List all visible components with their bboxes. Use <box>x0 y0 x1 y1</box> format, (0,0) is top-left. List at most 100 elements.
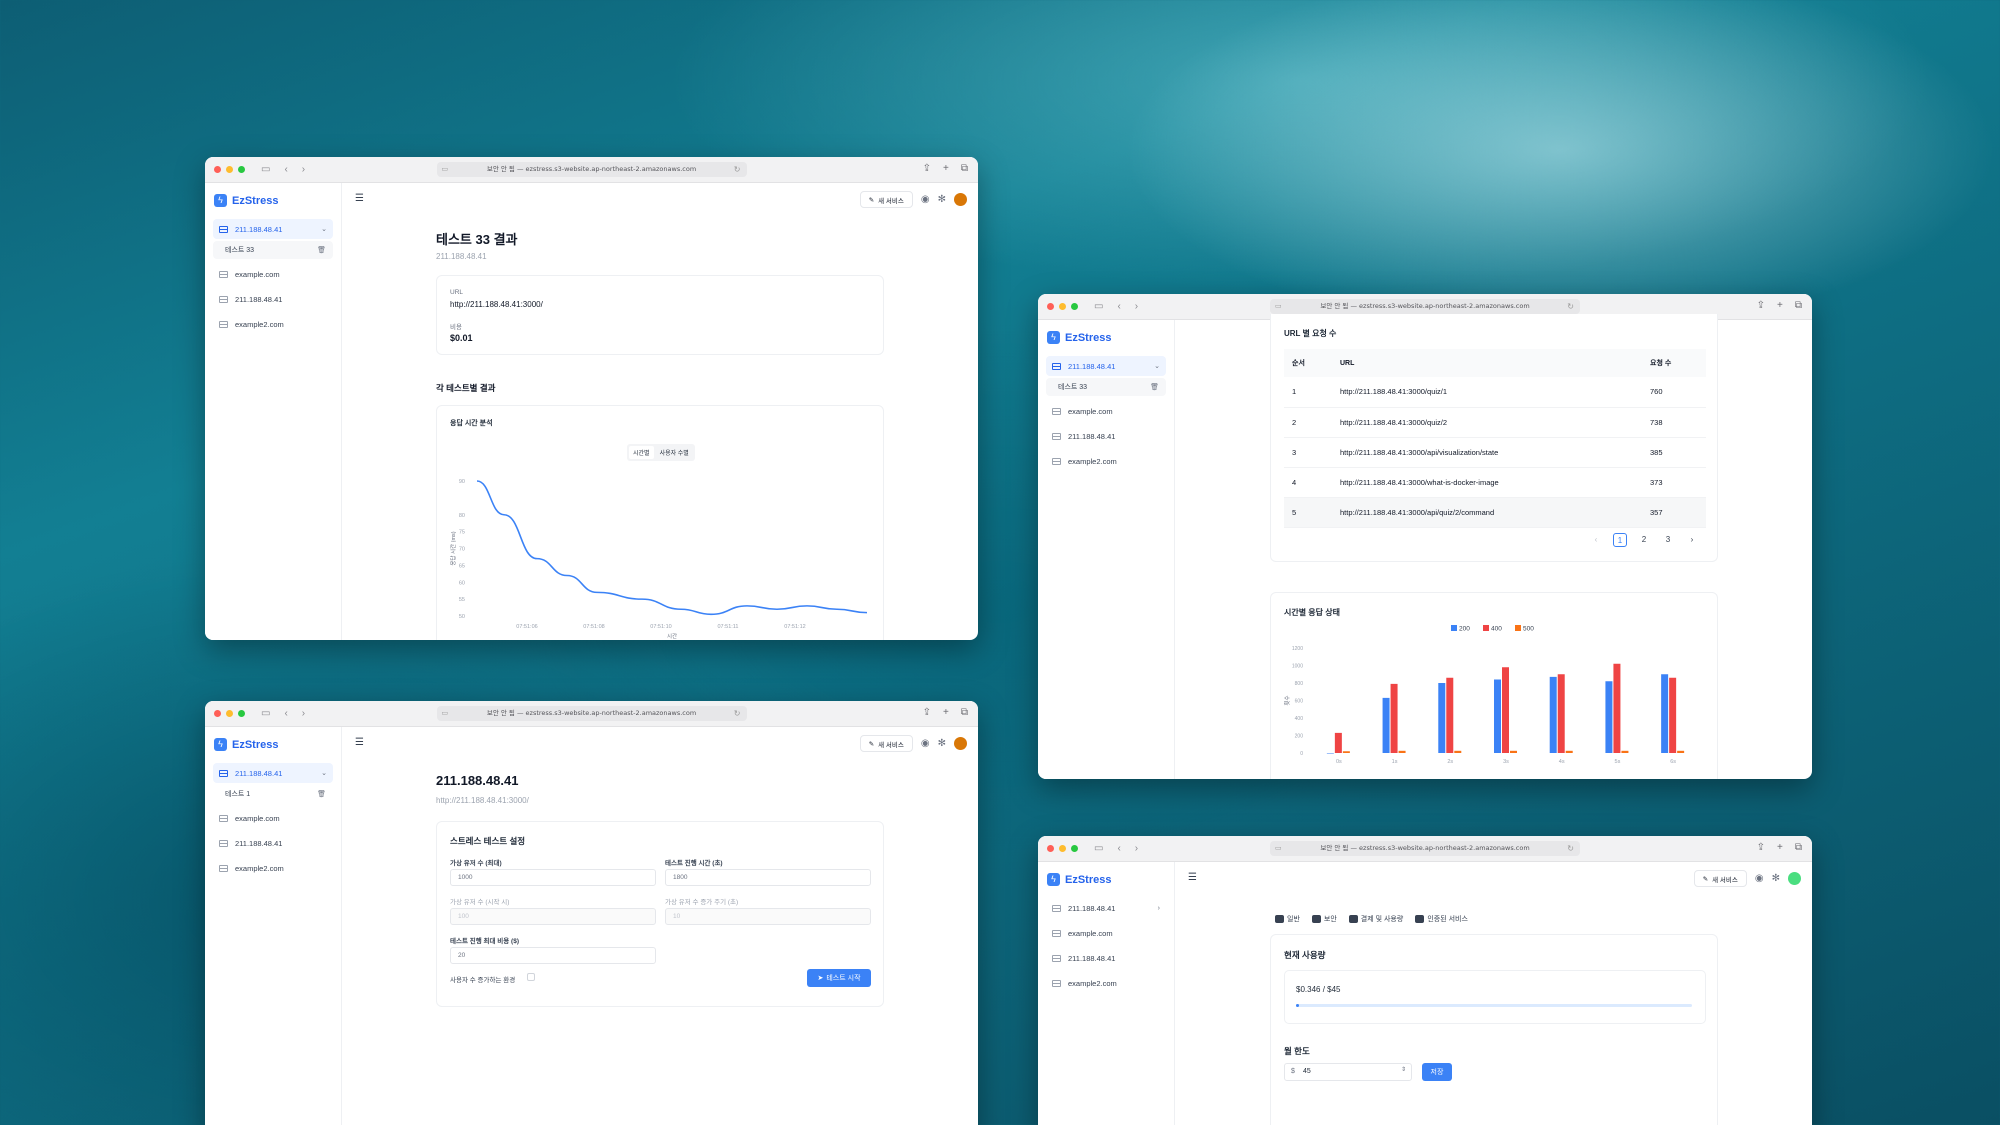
trash-icon[interactable]: 🗑 <box>1150 383 1159 391</box>
back-icon[interactable]: ‹ <box>284 164 287 175</box>
sidebar-toggle-icon[interactable]: ▭ <box>261 708 270 719</box>
toggle-time[interactable]: 시간별 <box>629 446 654 459</box>
page-3[interactable]: 3 <box>1661 533 1675 547</box>
tab-overview-icon[interactable]: ⧉ <box>1795 300 1802 311</box>
globe-icon[interactable]: ◉ <box>1755 873 1764 884</box>
nav-example2-com[interactable]: example2.com <box>213 314 333 334</box>
nav-example2-com[interactable]: example2.com <box>1046 973 1166 993</box>
start-test-button[interactable]: ➤ 테스트 시작 <box>807 969 871 987</box>
close-window-button[interactable] <box>1047 845 1054 852</box>
brand[interactable]: ϟ EzStress <box>1047 331 1174 344</box>
globe-icon[interactable]: ◉ <box>921 194 930 205</box>
chevron-down-icon[interactable]: ⌄ <box>1154 362 1160 370</box>
nav-server-211-188-48-41-b[interactable]: 211.188.48.41 <box>1046 948 1166 968</box>
reload-icon[interactable]: ↻ <box>734 162 741 177</box>
prev-page-icon[interactable]: ‹ <box>1589 533 1603 547</box>
share-icon[interactable]: ⇪ <box>1757 842 1765 853</box>
sidebar-toggle-icon[interactable]: ▭ <box>261 164 270 175</box>
nav-server-211-188-48-41-b[interactable]: 211.188.48.41 <box>213 289 333 309</box>
brand[interactable]: ϟ EzStress <box>214 194 341 207</box>
menu-toggle-icon[interactable]: ☰ <box>355 737 364 748</box>
sidebar-toggle-icon[interactable]: ▭ <box>1094 843 1103 854</box>
tab-security[interactable]: 보안 <box>1311 914 1337 924</box>
address-bar[interactable]: ▭ 보안 안 됨 — ezstress.s3-website.ap-northea… <box>1270 299 1580 314</box>
nav-server-211-188-48-41[interactable]: 211.188.48.41 ⌄ <box>213 219 333 239</box>
minimize-window-button[interactable] <box>1059 845 1066 852</box>
trash-icon[interactable]: 🗑 <box>317 246 326 254</box>
chevron-right-icon[interactable]: › <box>1158 905 1160 912</box>
zoom-window-button[interactable] <box>1071 303 1078 310</box>
page-settings-icon[interactable]: ▭ <box>442 162 449 177</box>
nav-example-com[interactable]: example.com <box>213 264 333 284</box>
nav-test-item[interactable]: 테스트 1 🗑 <box>213 785 333 803</box>
back-icon[interactable]: ‹ <box>1117 843 1120 854</box>
nav-example2-com[interactable]: example2.com <box>213 858 333 878</box>
chevron-down-icon[interactable]: ⌄ <box>321 225 327 233</box>
zoom-window-button[interactable] <box>238 710 245 717</box>
menu-toggle-icon[interactable]: ☰ <box>355 193 364 204</box>
avatar[interactable] <box>954 737 967 750</box>
tab-overview-icon[interactable]: ⧉ <box>961 163 968 174</box>
globe-icon[interactable]: ◉ <box>921 738 930 749</box>
nav-server-211-188-48-41[interactable]: 211.188.48.41 ⌄ <box>1046 356 1166 376</box>
avatar[interactable] <box>954 193 967 206</box>
gear-icon[interactable]: ✻ <box>1772 873 1780 884</box>
save-button[interactable]: 저장 <box>1422 1063 1452 1081</box>
nav-test-item[interactable]: 테스트 33 🗑 <box>1046 378 1166 396</box>
new-tab-icon[interactable]: + <box>1777 300 1783 311</box>
zoom-window-button[interactable] <box>1071 845 1078 852</box>
limit-input[interactable]: $ 45 ⇕ <box>1284 1063 1412 1081</box>
page-settings-icon[interactable]: ▭ <box>442 706 449 721</box>
address-bar[interactable]: ▭ 보안 안 됨 — ezstress.s3-website.ap-northea… <box>1270 841 1580 856</box>
close-window-button[interactable] <box>1047 303 1054 310</box>
nav-server-211-188-48-41-b[interactable]: 211.188.48.41 <box>213 833 333 853</box>
share-icon[interactable]: ⇪ <box>923 163 931 174</box>
page-2[interactable]: 2 <box>1637 533 1651 547</box>
share-icon[interactable]: ⇪ <box>1757 300 1765 311</box>
ramp-interval-input[interactable]: 10 <box>665 908 871 925</box>
max-cost-input[interactable]: 20 <box>450 947 656 964</box>
tab-overview-icon[interactable]: ⧉ <box>1795 842 1802 853</box>
sidebar-toggle-icon[interactable]: ▭ <box>1094 301 1103 312</box>
nav-example-com[interactable]: example.com <box>1046 401 1166 421</box>
back-icon[interactable]: ‹ <box>1117 301 1120 312</box>
tab-general[interactable]: 일반 <box>1275 914 1300 924</box>
new-tab-icon[interactable]: + <box>943 163 949 174</box>
forward-icon[interactable]: › <box>1135 301 1138 312</box>
new-tab-icon[interactable]: + <box>1777 842 1783 853</box>
zoom-window-button[interactable] <box>238 166 245 173</box>
menu-toggle-icon[interactable]: ☰ <box>1188 872 1197 883</box>
tab-overview-icon[interactable]: ⧉ <box>961 707 968 718</box>
reload-icon[interactable]: ↻ <box>1567 841 1574 856</box>
minimize-window-button[interactable] <box>1059 303 1066 310</box>
new-tab-icon[interactable]: + <box>943 707 949 718</box>
close-window-button[interactable] <box>214 166 221 173</box>
back-icon[interactable]: ‹ <box>284 708 287 719</box>
new-service-button[interactable]: ✎ 새 서비스 <box>859 735 913 752</box>
ramp-checkbox[interactable] <box>527 973 535 981</box>
share-icon[interactable]: ⇪ <box>923 707 931 718</box>
page-settings-icon[interactable]: ▭ <box>1275 841 1282 856</box>
nav-example-com[interactable]: example.com <box>1046 923 1166 943</box>
nav-server-211-188-48-41[interactable]: 211.188.48.41 ⌄ <box>213 763 333 783</box>
minimize-window-button[interactable] <box>226 710 233 717</box>
trash-icon[interactable]: 🗑 <box>317 790 326 798</box>
close-window-button[interactable] <box>214 710 221 717</box>
nav-server-211-188-48-41-b[interactable]: 211.188.48.41 <box>1046 426 1166 446</box>
page-1[interactable]: 1 <box>1613 533 1627 547</box>
nav-test-item[interactable]: 테스트 33 🗑 <box>213 241 333 259</box>
brand[interactable]: ϟ EzStress <box>1047 873 1174 886</box>
forward-icon[interactable]: › <box>1135 843 1138 854</box>
start-users-input[interactable]: 100 <box>450 908 656 925</box>
gear-icon[interactable]: ✻ <box>938 738 946 749</box>
new-service-button[interactable]: ✎ 새 서비스 <box>1693 870 1747 887</box>
minimize-window-button[interactable] <box>226 166 233 173</box>
new-service-button[interactable]: ✎ 새 서비스 <box>859 191 913 208</box>
nav-example-com[interactable]: example.com <box>213 808 333 828</box>
brand[interactable]: ϟ EzStress <box>214 738 341 751</box>
next-page-icon[interactable]: › <box>1685 533 1699 547</box>
stepper-icon[interactable]: ⇕ <box>1401 1066 1406 1073</box>
nav-server-211-188-48-41[interactable]: 211.188.48.41 › <box>1046 898 1166 918</box>
forward-icon[interactable]: › <box>302 708 305 719</box>
max-users-input[interactable]: 1000 <box>450 869 656 886</box>
